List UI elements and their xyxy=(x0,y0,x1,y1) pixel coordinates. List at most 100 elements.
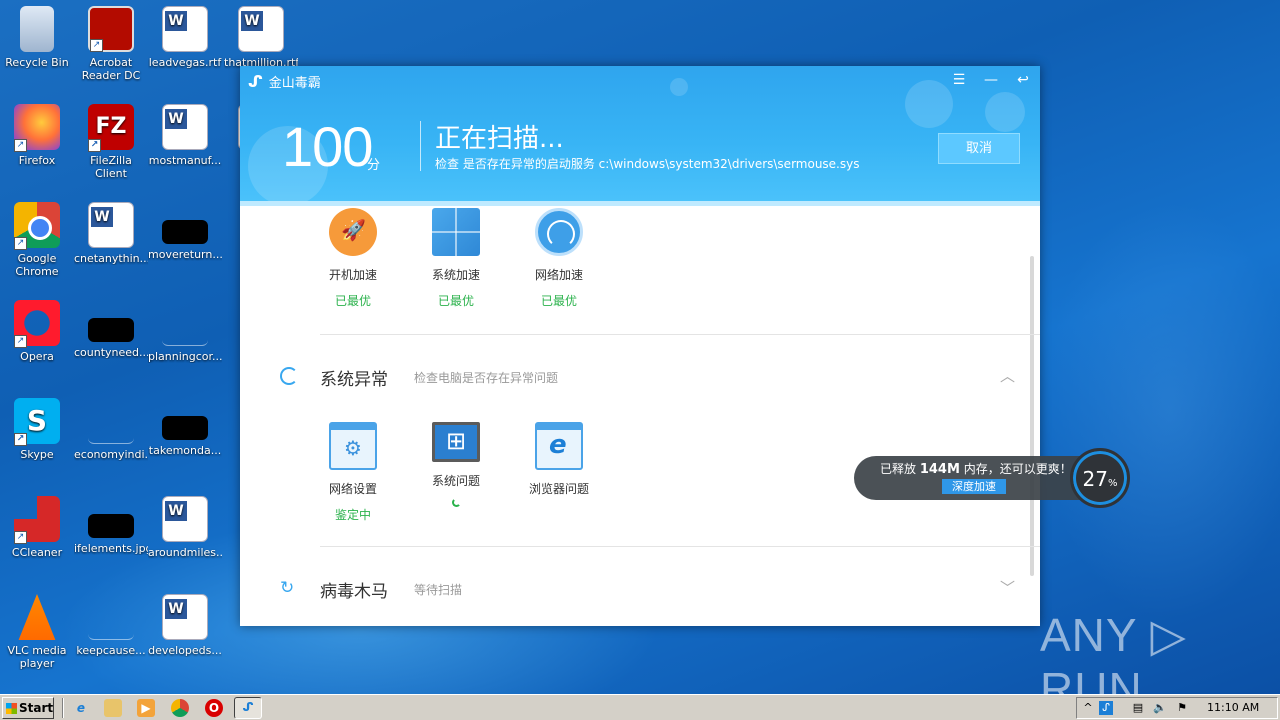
ie-taskbar-icon[interactable]: e xyxy=(72,699,90,717)
black-thumbnail-icon xyxy=(162,220,208,244)
chevron-down-icon[interactable]: ﹀ xyxy=(1000,577,1015,598)
word-document-icon xyxy=(238,6,284,52)
header-bubble xyxy=(985,92,1025,132)
health-score: 100 xyxy=(282,115,373,178)
desktop-icon-file[interactable]: keepcause... xyxy=(74,594,148,657)
section-system-anomaly[interactable]: 系统异常 检查电脑是否存在异常问题 ︿ xyxy=(240,356,1030,396)
memory-prefix: 已释放 xyxy=(880,462,917,476)
desktop-icon-file[interactable]: thatmillion.rtf xyxy=(224,6,298,69)
system-tray: ^ ᔑ ▤ 🔈 ⚑ 11:10 AM xyxy=(1076,697,1278,719)
desktop-icon-opera[interactable]: ↗ Opera xyxy=(0,300,74,363)
desktop-icon-file[interactable]: aroundmiles... xyxy=(148,496,222,559)
desktop-icon-label: CCleaner xyxy=(11,546,63,559)
cancel-button[interactable]: 取消 xyxy=(938,133,1020,164)
taskbar-separator xyxy=(62,698,64,718)
desktop-icon-file[interactable]: ifelements.jpg xyxy=(74,496,148,555)
speed-item-system[interactable]: 系统加速 已最优 xyxy=(411,208,501,309)
desktop-icon-label: economyindi... xyxy=(74,448,148,461)
desktop-icon-label: keepcause... xyxy=(76,644,146,657)
memory-percent: 27 xyxy=(1082,467,1108,491)
section-virus-trojan[interactable]: ↻ 病毒木马 等待扫描 ﹀ xyxy=(240,568,1030,608)
percent-unit: % xyxy=(1107,478,1118,489)
scrollbar[interactable] xyxy=(1030,256,1034,576)
scan-header: ᔑ 金山毒霸 ☰ — ↩ 100 分 正在扫描... 检查 是否存在异常的启动服… xyxy=(240,66,1040,206)
desktop-icon-label: ifelements.jpg xyxy=(74,542,148,555)
shortcut-arrow-icon: ↗ xyxy=(14,139,27,152)
tray-expand-icon[interactable]: ^ xyxy=(1081,701,1095,715)
opera-taskbar-icon[interactable]: O xyxy=(205,699,223,717)
section-description: 检查电脑是否存在异常问题 xyxy=(414,371,559,385)
desktop-icon-file[interactable]: developeds... xyxy=(148,594,222,657)
volume-icon[interactable]: 🔈 xyxy=(1153,701,1167,715)
speed-item-network[interactable]: 网络加速 已最优 xyxy=(514,208,604,309)
desktop-icon-file[interactable]: movereturn... xyxy=(148,202,222,261)
action-center-flag-icon[interactable]: ⚑ xyxy=(1175,701,1189,715)
explorer-taskbar-icon[interactable] xyxy=(104,699,122,717)
desktop-icon-file[interactable]: mostmanuf... xyxy=(148,104,222,167)
media-player-taskbar-icon[interactable]: ▶ xyxy=(137,699,155,717)
desktop-icon-file[interactable]: takemonda... xyxy=(148,398,222,457)
menu-icon[interactable]: ☰ xyxy=(950,72,968,88)
desktop-icon-acrobat[interactable]: ↗ Acrobat Reader DC xyxy=(74,6,148,82)
desktop-icon-ccleaner[interactable]: ↗ CCleaner xyxy=(0,496,74,559)
desktop-icon-chrome[interactable]: ↗ Google Chrome xyxy=(0,202,74,278)
desktop-icon-file[interactable]: countyneed... xyxy=(74,300,148,359)
recycle-bin-icon xyxy=(20,6,54,52)
desktop-icon-label: leadvegas.rtf xyxy=(148,56,222,69)
duba-tray-icon[interactable]: ᔑ xyxy=(1099,701,1113,715)
desktop-icon-label: Recycle Bin xyxy=(5,56,69,69)
minimize-icon[interactable]: — xyxy=(982,72,1000,88)
word-document-icon xyxy=(162,6,208,52)
desktop-icon-label: countyneed... xyxy=(74,346,148,359)
memory-usage-gauge[interactable]: 27% xyxy=(1070,448,1130,508)
start-button[interactable]: Start xyxy=(2,697,54,719)
duba-logo-icon: ᔑ xyxy=(248,72,263,91)
blank-file-icon xyxy=(162,300,208,346)
back-icon[interactable]: ↩ xyxy=(1014,72,1032,88)
desktop-icon-skype[interactable]: S ↗ Skype xyxy=(0,398,74,461)
anomaly-item-browser[interactable]: 浏览器问题 xyxy=(514,422,604,497)
blank-file-icon xyxy=(88,594,134,640)
desktop-icon-file[interactable]: leadvegas.rtf xyxy=(148,6,222,69)
rocket-icon xyxy=(329,208,377,256)
desktop-icon-label: VLC media player xyxy=(7,644,67,670)
windows-monitor-icon xyxy=(432,422,480,462)
taskbar-clock[interactable]: 11:10 AM xyxy=(1207,701,1259,714)
item-status: 已最优 xyxy=(437,294,474,308)
word-document-icon xyxy=(162,594,208,640)
desktop-icon-firefox[interactable]: ↗ Firefox xyxy=(0,104,74,167)
header-divider xyxy=(420,121,421,171)
desktop-icon-file[interactable]: planningcor... xyxy=(148,300,222,363)
word-document-icon xyxy=(88,202,134,248)
deep-boost-button[interactable]: 深度加速 xyxy=(942,479,1006,494)
desktop-icon-label: Opera xyxy=(20,350,54,363)
duba-taskbar-icon[interactable]: ᔑ xyxy=(234,697,262,719)
desktop-icon-recycle-bin[interactable]: Recycle Bin xyxy=(0,6,74,69)
word-document-icon xyxy=(162,104,208,150)
desktop-icon-vlc[interactable]: VLC media player xyxy=(0,594,74,670)
opera-icon: ↗ xyxy=(14,300,60,348)
desktop-icon-file[interactable]: economyindi... xyxy=(74,398,148,461)
score-unit: 分 xyxy=(367,158,381,173)
anomaly-item-system[interactable]: 系统问题 xyxy=(411,422,501,511)
section-title: 病毒木马 xyxy=(320,582,388,602)
filezilla-icon: FZ ↗ xyxy=(88,104,134,152)
desktop-icon-filezilla[interactable]: FZ ↗ FileZilla Client xyxy=(74,104,148,180)
anomaly-item-network-settings[interactable]: 网络设置 鉴定中 xyxy=(308,422,398,523)
speed-item-boot[interactable]: 开机加速 已最优 xyxy=(308,208,398,309)
item-status: 已最优 xyxy=(540,294,577,308)
shortcut-arrow-icon: ↗ xyxy=(88,139,101,152)
desktop-icon-file[interactable]: cnetanythin... xyxy=(74,202,148,265)
chevron-up-icon[interactable]: ︿ xyxy=(1000,365,1015,386)
vlc-cone-icon xyxy=(18,594,56,640)
chrome-taskbar-icon[interactable] xyxy=(171,699,189,717)
desktop-icon-label: Skype xyxy=(20,448,54,461)
skype-icon: S ↗ xyxy=(14,398,60,446)
shortcut-arrow-icon: ↗ xyxy=(14,433,27,446)
start-label: Start xyxy=(19,701,54,715)
scan-results-panel[interactable]: 开机加速 已最优 系统加速 已最优 网络加速 已最优 系统异常 检查电脑是否存在… xyxy=(240,206,1040,626)
ie-browser-icon xyxy=(535,422,583,470)
item-label: 浏览器问题 xyxy=(528,482,589,496)
network-icon[interactable]: ▤ xyxy=(1131,701,1145,715)
desktop-icon-label: mostmanuf... xyxy=(148,154,222,167)
